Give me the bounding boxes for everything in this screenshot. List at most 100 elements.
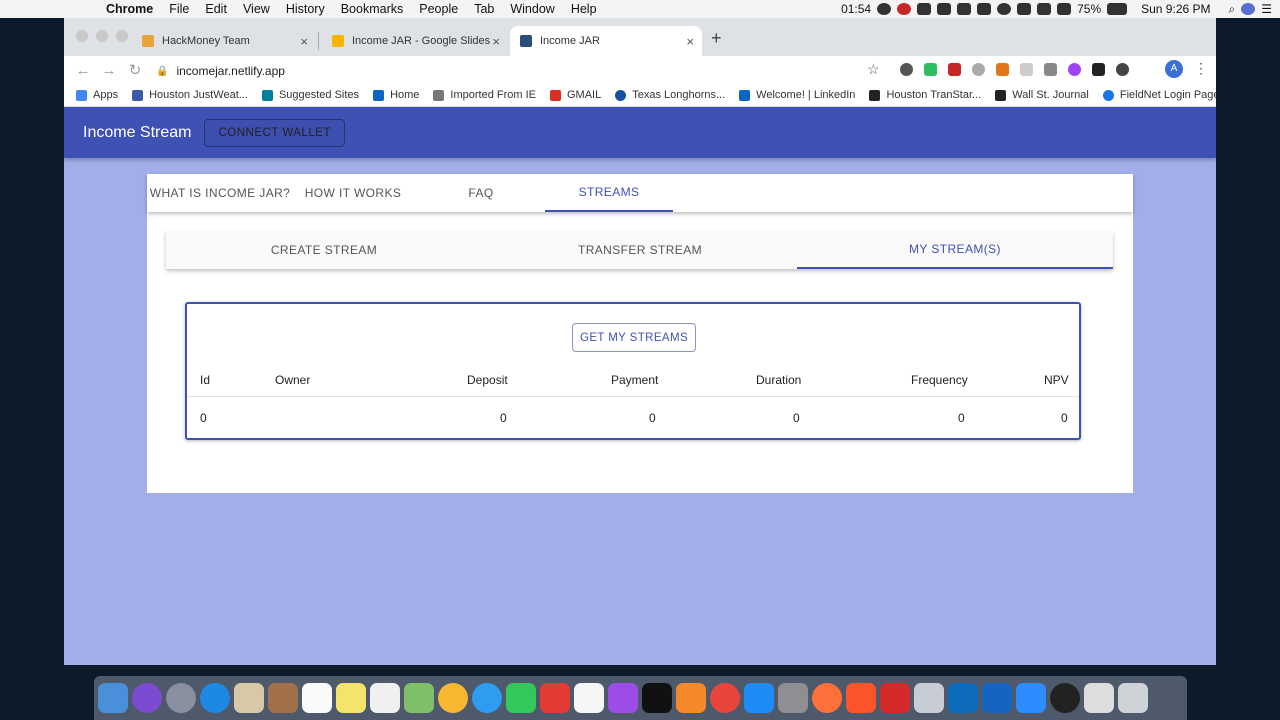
news-icon[interactable] [540,683,570,713]
tab-create-stream[interactable]: CREATE STREAM [166,231,482,269]
menu-history[interactable]: History [278,2,333,16]
bookmark-star-icon[interactable]: ☆ [867,61,880,78]
back-arrow-icon[interactable]: ← [70,62,96,79]
contacts-icon[interactable] [268,683,298,713]
downloads-stack-icon[interactable] [1084,683,1114,713]
firefox-icon[interactable] [812,683,842,713]
battery-icon[interactable] [1107,3,1128,15]
bookmark-texas-longhorns[interactable]: Texas Longhorns... [615,89,725,101]
books-icon[interactable] [676,683,706,713]
messages-icon[interactable] [472,683,502,713]
dropbox-icon[interactable] [977,3,992,15]
extension-icon[interactable] [900,63,913,76]
magnifier-icon[interactable] [997,3,1012,15]
chrome-icon[interactable] [710,683,740,713]
zoom-window-button[interactable] [116,30,128,42]
reminders-icon[interactable] [370,683,400,713]
address-bar[interactable]: 🔒 incomejar.netlify.app [156,60,886,82]
podcasts-icon[interactable] [608,683,638,713]
extension-icon[interactable] [1044,63,1057,76]
wifi-icon[interactable] [1057,3,1072,15]
notes-icon[interactable] [336,683,366,713]
cloud-app-icon[interactable] [1050,683,1080,713]
menu-bookmarks[interactable]: Bookmarks [333,2,412,16]
extension-icon[interactable] [1068,63,1081,76]
tab-transfer-stream[interactable]: TRANSFER STREAM [482,231,798,269]
metamask-icon[interactable] [996,63,1009,76]
music-icon[interactable] [574,683,604,713]
tab-what-is-income-jar[interactable]: WHAT IS INCOME JAR? [147,174,293,212]
cloud-icon[interactable] [917,3,932,15]
reload-icon[interactable]: ↻ [122,61,148,79]
zoom-icon[interactable] [1016,683,1046,713]
browser-tab-slides[interactable]: Income JAR - Google Slides × [322,26,508,56]
help-icon[interactable] [914,683,944,713]
tab-streams[interactable]: STREAMS [545,174,673,212]
bookmark-houston-justweat[interactable]: Houston JustWeat... [132,89,248,101]
outlook-icon[interactable] [948,683,978,713]
apple-tv-icon[interactable] [642,683,672,713]
get-my-streams-button[interactable]: GET MY STREAMS [572,323,696,352]
bookmark-imported-from-ie[interactable]: Imported From IE [433,89,536,101]
bookmark-houston-transtar[interactable]: Houston TranStar... [869,89,981,101]
close-window-button[interactable] [76,30,88,42]
menu-edit[interactable]: Edit [197,2,235,16]
maps-icon[interactable] [404,683,434,713]
record-icon[interactable] [897,3,912,15]
bookmark-home[interactable]: Home [373,89,419,101]
finder-icon[interactable] [98,683,128,713]
extension-icon[interactable] [1017,3,1032,15]
browser-menu-icon[interactable]: ⋮ [1194,60,1208,77]
extension-icon[interactable] [1020,63,1033,76]
bookmark-suggested-sites[interactable]: Suggested Sites [261,89,359,101]
menu-view[interactable]: View [235,2,278,16]
extension-icon[interactable] [972,63,985,76]
safari-icon[interactable] [200,683,230,713]
close-tab-icon[interactable]: × [492,34,500,49]
notification-center-icon[interactable]: ☰ [1261,2,1272,16]
wd-discovery-icon[interactable] [982,683,1012,713]
preview-icon[interactable] [234,683,264,713]
bookmark-wall-st-journal[interactable]: Wall St. Journal [995,89,1089,101]
trash-icon[interactable] [1118,683,1148,713]
extension-icon[interactable] [948,63,961,76]
siri-icon[interactable] [1241,3,1256,15]
bluetooth-icon[interactable] [1037,3,1052,15]
evernote-icon[interactable] [924,63,937,76]
bookmark-apps[interactable]: Apps [76,89,118,101]
extension-icon[interactable] [1116,63,1129,76]
facetime-icon[interactable] [506,683,536,713]
tab-how-it-works[interactable]: HOW IT WORKS [293,174,413,212]
minimize-window-button[interactable] [96,30,108,42]
menubar-clock[interactable]: Sun 9:26 PM [1141,2,1210,16]
launchpad-icon[interactable] [166,683,196,713]
acrobat-icon[interactable] [880,683,910,713]
bookmark-linkedin[interactable]: Welcome! | LinkedIn [739,89,855,101]
new-tab-button[interactable]: + [711,28,722,49]
pause-icon[interactable] [877,3,892,15]
menu-window[interactable]: Window [502,2,562,16]
menu-app-name[interactable]: Chrome [102,2,161,16]
menu-help[interactable]: Help [563,2,605,16]
tab-faq[interactable]: FAQ [413,174,549,212]
calendar-icon[interactable] [302,683,332,713]
profile-avatar[interactable]: A [1165,60,1183,78]
creative-cloud-icon[interactable] [957,3,972,15]
system-preferences-icon[interactable] [778,683,808,713]
connect-wallet-button[interactable]: CONNECT WALLET [204,118,345,147]
browser-tab-income-jar[interactable]: Income JAR × [510,26,702,56]
forward-arrow-icon[interactable]: → [96,62,122,79]
menu-tab[interactable]: Tab [466,2,502,16]
notion-icon[interactable] [1092,63,1105,76]
bookmark-fieldnet[interactable]: FieldNet Login Page [1102,89,1216,101]
close-tab-icon[interactable]: × [300,34,308,49]
menu-people[interactable]: People [411,2,466,16]
browser-tab-hackmoney[interactable]: HackMoney Team × [132,26,316,56]
photos-icon[interactable] [438,683,468,713]
menu-file[interactable]: File [161,2,197,16]
brave-icon[interactable] [846,683,876,713]
app-store-icon[interactable] [744,683,774,713]
url-text[interactable]: incomejar.netlify.app [176,64,285,78]
siri-icon[interactable] [132,683,162,713]
bookmark-gmail[interactable]: GMAIL [549,89,601,101]
